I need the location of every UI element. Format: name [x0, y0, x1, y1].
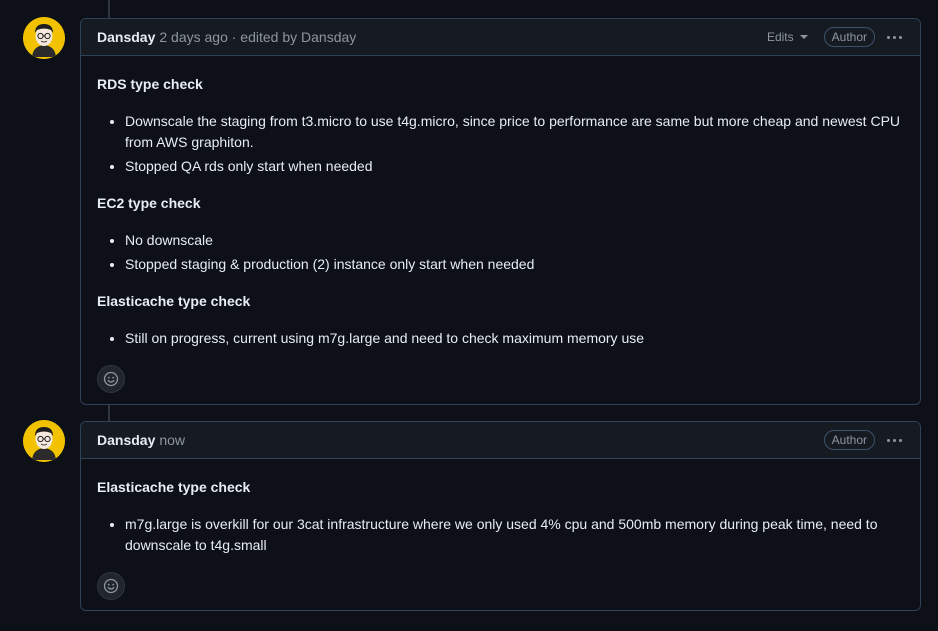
comment: Dansday 2 days ago · edited by Dansday E… [80, 18, 921, 405]
list-item: Downscale the staging from t3.micro to u… [125, 111, 904, 153]
author-badge: Author [823, 430, 875, 450]
list-item: Still on progress, current using m7g.lar… [125, 328, 904, 349]
bullet-list: m7g.large is overkill for our 3cat infra… [97, 514, 904, 556]
comment-body: RDS type check Downscale the staging fro… [81, 56, 920, 407]
add-reaction-button[interactable] [97, 365, 125, 393]
comment-body: Elasticache type check m7g.large is over… [81, 459, 920, 614]
list-item: No downscale [125, 230, 904, 251]
section-heading: RDS type check [97, 76, 203, 92]
comment-header: Dansday 2 days ago · edited by Dansday E… [81, 19, 920, 56]
avatar[interactable] [23, 17, 65, 59]
comment-author[interactable]: Dansday [97, 29, 155, 45]
comment-author[interactable]: Dansday [97, 432, 155, 448]
comment-meta[interactable]: now [159, 432, 185, 448]
edits-dropdown[interactable]: Edits [767, 30, 808, 44]
comment: Dansday now Author Elasticache type chec… [80, 421, 921, 611]
kebab-horizontal-icon[interactable] [885, 435, 904, 446]
comment-meta[interactable]: 2 days ago · edited by Dansday [159, 29, 356, 45]
kebab-horizontal-icon[interactable] [885, 32, 904, 43]
edits-label: Edits [766, 30, 794, 44]
section-heading: Elasticache type check [97, 293, 251, 309]
timeline-line [108, 0, 110, 18]
smiley-icon [103, 371, 119, 387]
list-item: Stopped staging & production (2) instanc… [125, 254, 904, 275]
bullet-list: Downscale the staging from t3.micro to u… [97, 111, 904, 177]
section-heading: EC2 type check [97, 195, 201, 211]
list-item: m7g.large is overkill for our 3cat infra… [125, 514, 904, 556]
bullet-list: No downscale Stopped staging & productio… [97, 230, 904, 275]
comment-header: Dansday now Author [81, 422, 920, 459]
smiley-icon [103, 578, 119, 594]
avatar[interactable] [23, 420, 65, 462]
add-reaction-button[interactable] [97, 572, 125, 600]
list-item: Stopped QA rds only start when needed [125, 156, 904, 177]
bullet-list: Still on progress, current using m7g.lar… [97, 328, 904, 349]
author-badge: Author [823, 27, 875, 47]
section-heading: Elasticache type check [97, 479, 251, 495]
triangle-down-icon [799, 35, 808, 39]
